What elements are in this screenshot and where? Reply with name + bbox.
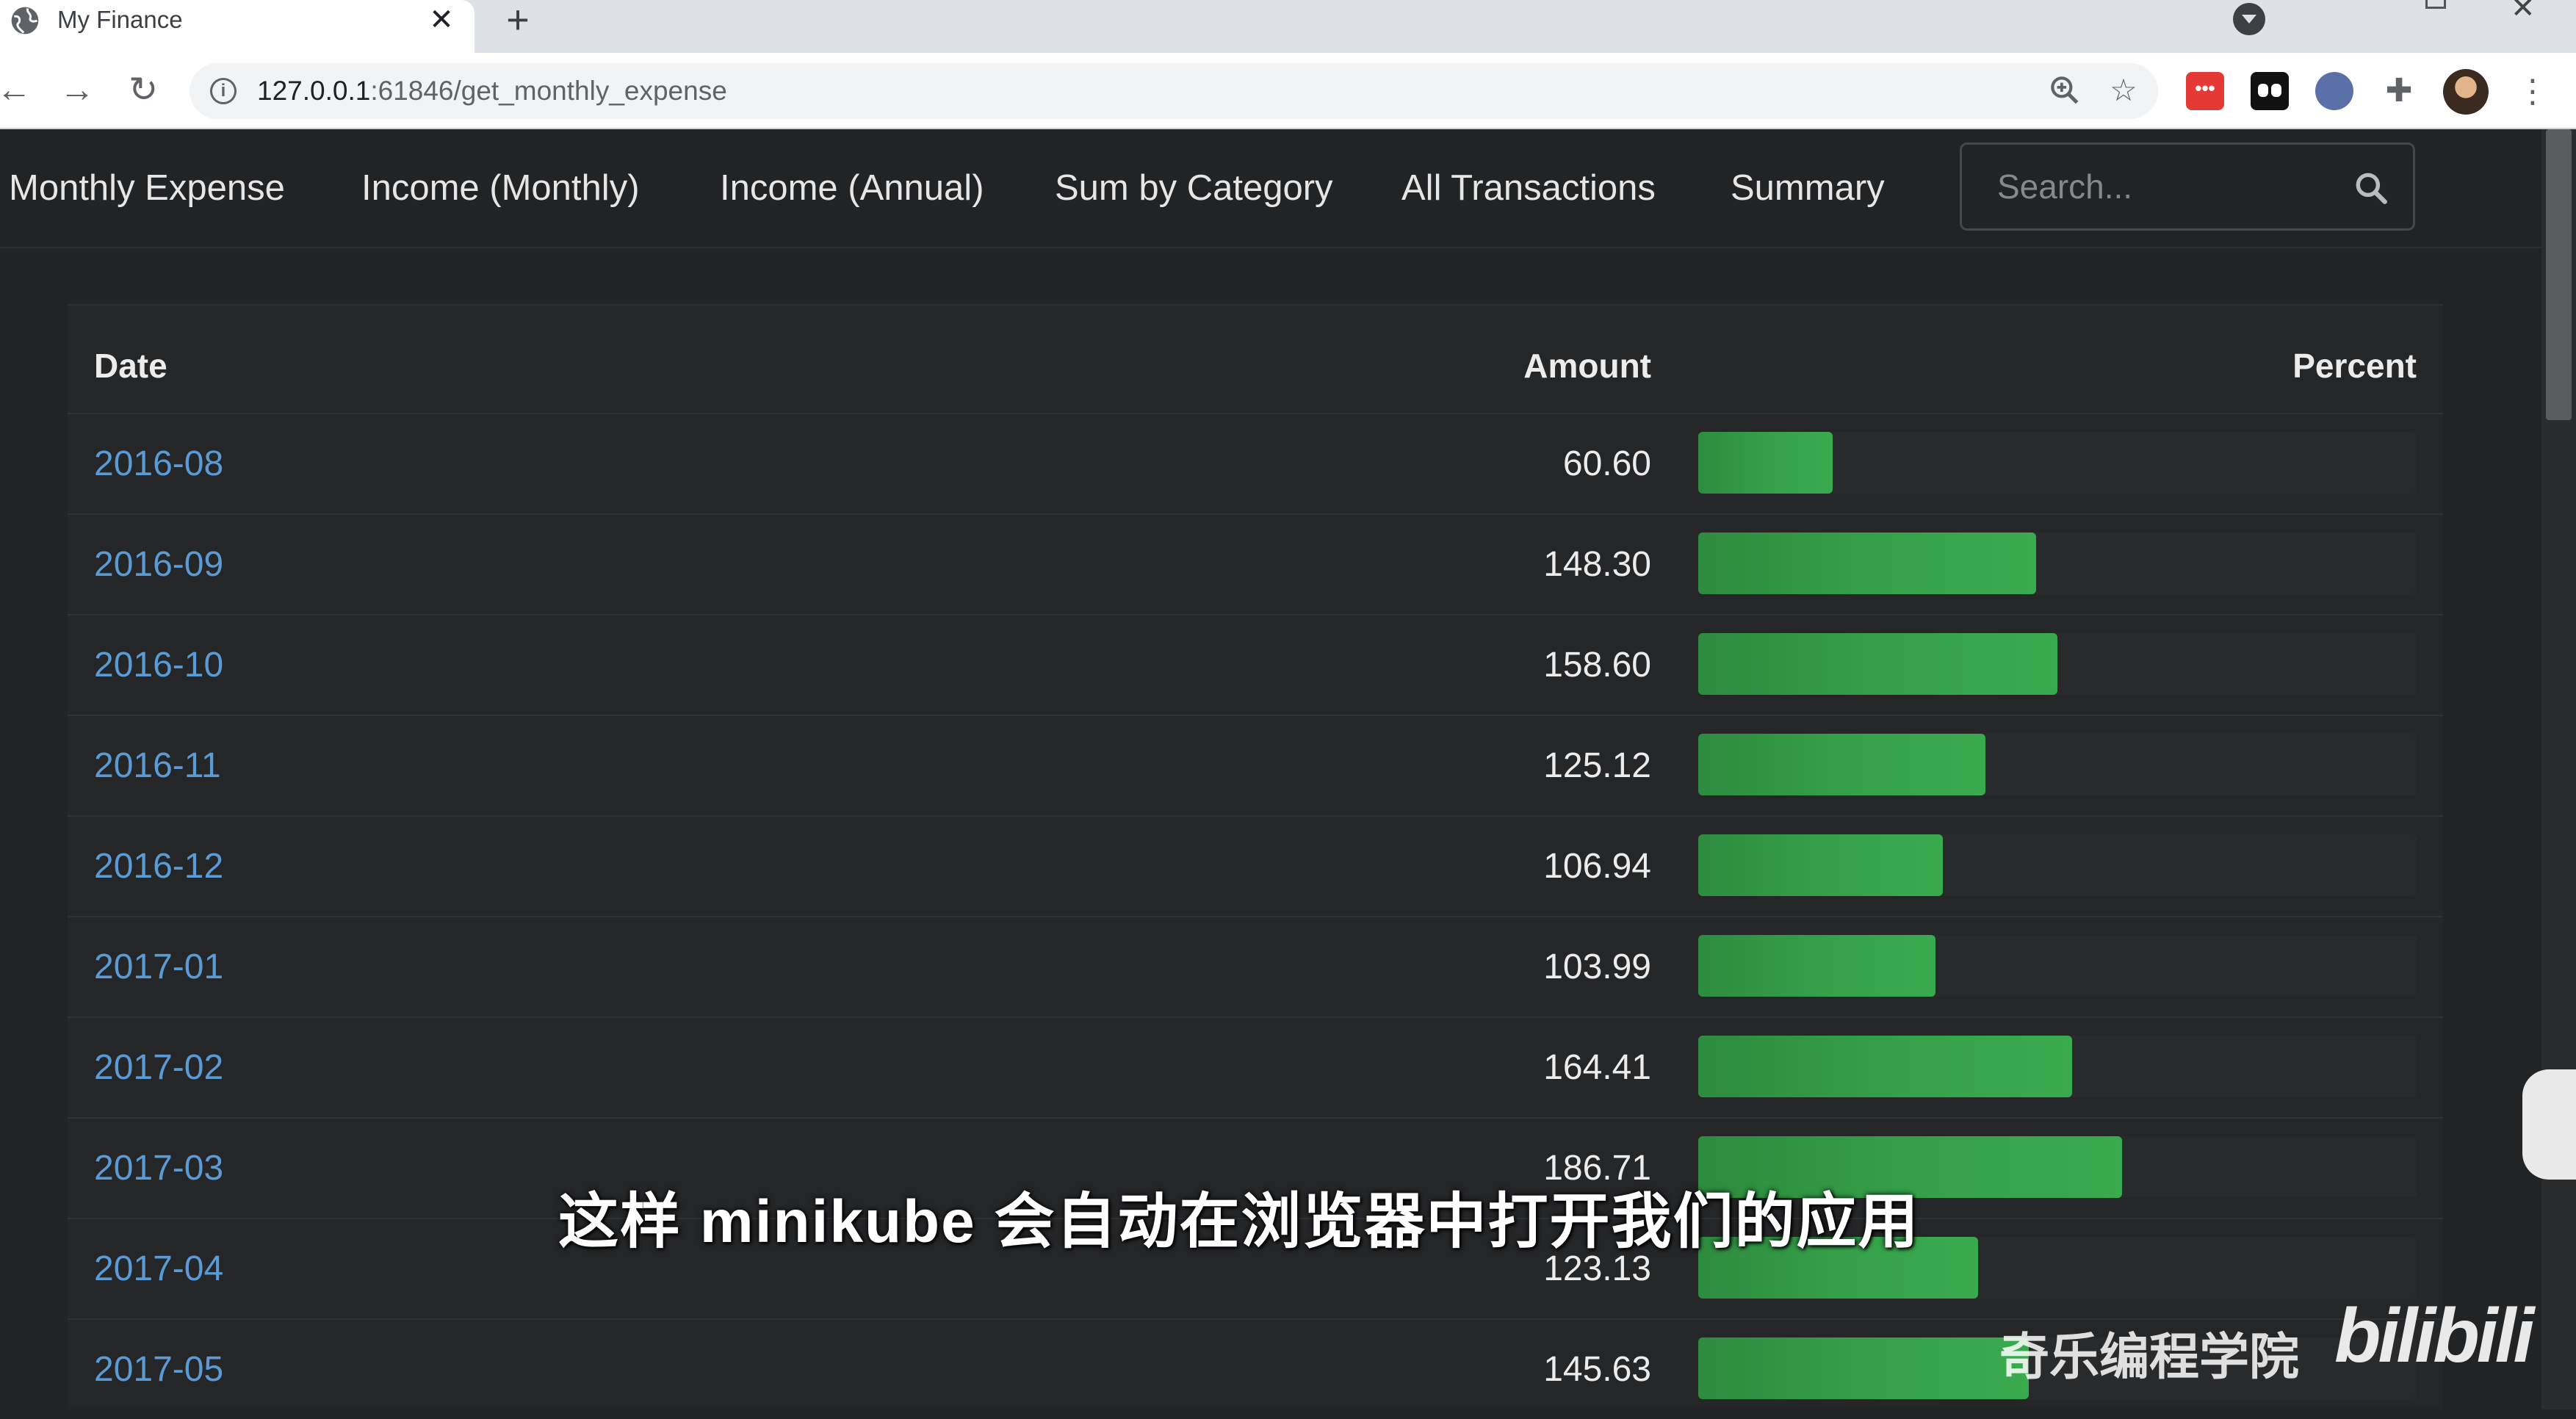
table-row: 2016-11 125.12 bbox=[68, 715, 2443, 815]
percent-bar-fill bbox=[1698, 633, 2057, 695]
date-link[interactable]: 2017-05 bbox=[94, 1348, 223, 1392]
extensions-puzzle-icon[interactable]: ✚ bbox=[2380, 72, 2418, 110]
percent-bar-track bbox=[1698, 1036, 2417, 1097]
date-link[interactable]: 2016-08 bbox=[94, 442, 223, 486]
info-icon[interactable]: i bbox=[210, 78, 237, 104]
amount-value: 164.41 bbox=[1543, 1048, 1651, 1087]
bilibili-logo: bilibili bbox=[2334, 1293, 2534, 1379]
date-link[interactable]: 2016-11 bbox=[94, 744, 221, 788]
browser-toolbar: ← → ↻ i 127.0.0.1:61846/get_monthly_expe… bbox=[0, 53, 2576, 129]
globe-icon bbox=[11, 7, 39, 35]
zoom-icon[interactable] bbox=[2046, 72, 2083, 109]
bookmark-star-icon[interactable]: ☆ bbox=[2105, 72, 2142, 109]
amount-value: 148.30 bbox=[1543, 545, 1651, 584]
search-box bbox=[1960, 142, 2415, 231]
search-icon[interactable] bbox=[2353, 170, 2389, 206]
page-scrollbar[interactable] bbox=[2541, 129, 2576, 1409]
table-row: 2016-09 148.30 bbox=[68, 513, 2443, 614]
nav-monthly-expense[interactable]: Monthly Expense bbox=[9, 159, 285, 217]
maximize-window-icon[interactable] bbox=[2425, 0, 2446, 9]
date-link[interactable]: 2017-01 bbox=[94, 945, 223, 989]
url-host: 127.0.0.1 bbox=[257, 76, 371, 106]
watermark-text: 奇乐编程学院 bbox=[1999, 1329, 2300, 1385]
date-link[interactable]: 2017-04 bbox=[94, 1247, 223, 1291]
close-tab-icon[interactable]: ✕ bbox=[425, 3, 458, 37]
extension-eyes-icon[interactable] bbox=[2251, 72, 2289, 110]
amount-value: 158.60 bbox=[1543, 646, 1651, 685]
date-link[interactable]: 2016-12 bbox=[94, 845, 223, 889]
percent-bar-track bbox=[1698, 734, 2417, 795]
browser-menu-icon[interactable]: ⋮ bbox=[2517, 71, 2549, 113]
table-row: 2017-02 164.41 bbox=[68, 1017, 2443, 1117]
nav-income-monthly[interactable]: Income (Monthly) bbox=[361, 159, 640, 217]
browser-tab[interactable]: My Finance ✕ bbox=[0, 0, 475, 53]
percent-bar-track bbox=[1698, 532, 2417, 594]
date-link[interactable]: 2016-10 bbox=[94, 643, 223, 687]
date-link[interactable]: 2017-02 bbox=[94, 1046, 223, 1090]
url-text[interactable]: 127.0.0.1:61846/get_monthly_expense bbox=[257, 73, 727, 109]
close-window-icon[interactable]: ✕ bbox=[2511, 0, 2536, 25]
address-bar[interactable]: i 127.0.0.1:61846/get_monthly_expense ☆ bbox=[190, 63, 2158, 119]
nav-all-transactions[interactable]: All Transactions bbox=[1401, 159, 1656, 217]
nav-income-annual[interactable]: Income (Annual) bbox=[720, 159, 984, 217]
profile-avatar[interactable] bbox=[2443, 69, 2489, 115]
percent-bar-track bbox=[1698, 935, 2417, 997]
table-row: 2016-08 60.60 bbox=[68, 413, 2443, 513]
date-link[interactable]: 2016-09 bbox=[94, 543, 223, 587]
extension-red-icon[interactable]: ••• bbox=[2186, 72, 2224, 110]
scrollbar-thumb[interactable] bbox=[2546, 129, 2572, 420]
percent-bar-fill bbox=[1698, 935, 1935, 997]
table-row: 2017-01 103.99 bbox=[68, 916, 2443, 1017]
column-header-date[interactable]: Date bbox=[94, 344, 167, 388]
amount-value: 125.12 bbox=[1543, 746, 1651, 785]
percent-bar-fill bbox=[1698, 532, 2036, 594]
extension-spy-icon[interactable] bbox=[2315, 72, 2353, 110]
reload-icon[interactable]: ↻ bbox=[122, 69, 165, 112]
tab-title: My Finance bbox=[57, 6, 183, 33]
search-input[interactable] bbox=[1962, 145, 2344, 228]
table-row: 2016-10 158.60 bbox=[68, 614, 2443, 715]
nav-sum-by-category[interactable]: Sum by Category bbox=[1055, 159, 1333, 217]
nav-summary[interactable]: Summary bbox=[1731, 159, 1885, 217]
percent-bar-track bbox=[1698, 432, 2417, 494]
column-header-percent[interactable]: Percent bbox=[2292, 344, 2417, 388]
percent-bar-fill bbox=[1698, 834, 1943, 896]
amount-value: 106.94 bbox=[1543, 847, 1651, 886]
percent-bar-fill bbox=[1698, 1337, 2029, 1399]
url-path: :61846/get_monthly_expense bbox=[370, 76, 727, 106]
table-row: 2016-12 106.94 bbox=[68, 815, 2443, 916]
floating-side-button[interactable] bbox=[2522, 1069, 2576, 1180]
forward-arrow-icon[interactable]: → bbox=[56, 69, 98, 112]
new-tab-button[interactable]: + bbox=[499, 0, 536, 40]
amount-value: 145.63 bbox=[1543, 1350, 1651, 1389]
tab-search-icon[interactable] bbox=[2233, 3, 2265, 35]
percent-bar-fill bbox=[1698, 432, 1833, 494]
back-arrow-icon[interactable]: ← bbox=[0, 69, 35, 112]
percent-bar-fill bbox=[1698, 1036, 2072, 1097]
percent-bar-track bbox=[1698, 834, 2417, 896]
percent-bar-fill bbox=[1698, 734, 1985, 795]
amount-value: 60.60 bbox=[1562, 444, 1651, 483]
column-header-amount[interactable]: Amount bbox=[1523, 344, 1651, 388]
amount-value: 103.99 bbox=[1543, 947, 1651, 986]
app-navbar: Monthly Expense Income (Monthly) Income … bbox=[0, 129, 2541, 248]
date-link[interactable]: 2017-03 bbox=[94, 1147, 223, 1191]
percent-bar-track bbox=[1698, 633, 2417, 695]
browser-tab-strip: My Finance ✕ + ✕ bbox=[0, 0, 2576, 53]
video-subtitle: 这样 minikube 会自动在浏览器中打开我们的应用 bbox=[558, 1188, 1920, 1255]
